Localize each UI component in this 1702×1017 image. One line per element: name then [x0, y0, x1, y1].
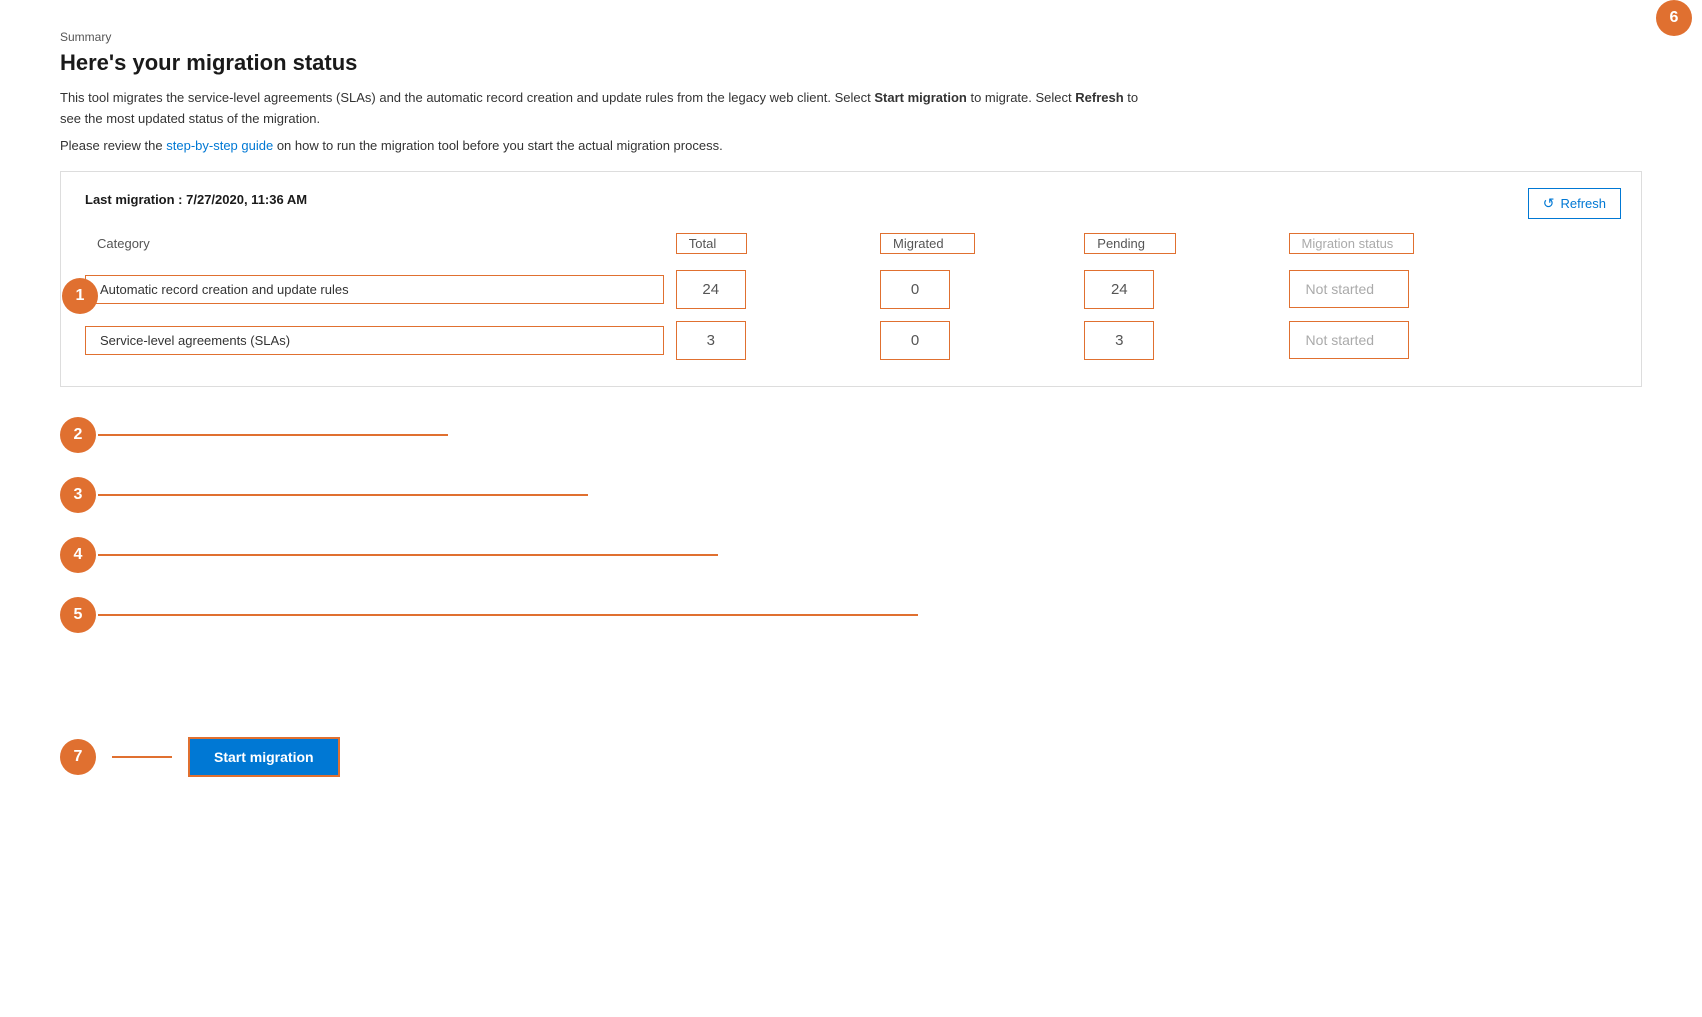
annotation-4: 4 — [60, 537, 96, 573]
page-title: Here's your migration status — [60, 50, 1642, 76]
guide-text: Please review the step-by-step guide on … — [60, 138, 1642, 153]
annotation-3-line — [98, 494, 588, 496]
category-cell-2: Service-level agreements (SLAs) — [85, 315, 664, 366]
annotation-row-3: 3 — [60, 477, 588, 513]
annotation-row-2: 2 — [60, 417, 448, 453]
col-header-migrated: Migrated — [868, 227, 1072, 264]
table-row: Automatic record creation and update rul… — [85, 264, 1617, 315]
migrated-cell-1: 0 — [868, 264, 1072, 315]
annotation-2-line — [98, 434, 448, 436]
category-item-1: Automatic record creation and update rul… — [85, 275, 664, 304]
annotation-1: 1 — [62, 278, 98, 314]
annotation-2: 2 — [60, 417, 96, 453]
summary-label: Summary — [60, 30, 1642, 44]
bottom-action-area: 7 Start migration — [60, 737, 1642, 777]
total-cell-2: 3 — [664, 315, 868, 366]
col-header-status: Migration status — [1277, 227, 1617, 264]
annotation-6: 6 — [1656, 0, 1692, 36]
total-cell-1: 24 — [664, 264, 868, 315]
refresh-icon: ↺ — [1543, 195, 1555, 212]
category-cell-1: Automatic record creation and update rul… — [85, 264, 664, 315]
description: This tool migrates the service-level agr… — [60, 88, 1160, 130]
migration-table: Category Total Migrated — [85, 227, 1617, 366]
migration-panel: ↺ Refresh Last migration : 7/27/2020, 11… — [60, 171, 1642, 387]
annotation-7: 7 — [60, 739, 96, 775]
page-wrapper: 6 Summary Here's your migration status T… — [0, 0, 1702, 807]
start-migration-button[interactable]: Start migration — [188, 737, 340, 777]
col-header-pending: Pending — [1072, 227, 1276, 264]
status-cell-1: Not started — [1277, 264, 1617, 315]
category-item-2: Service-level agreements (SLAs) — [85, 326, 664, 355]
refresh-button[interactable]: ↺ Refresh — [1528, 188, 1621, 219]
annotation-5: 5 — [60, 597, 96, 633]
annotations-area: 2 3 4 5 — [60, 417, 1642, 677]
annotation-5-line — [98, 614, 918, 616]
annotation-1-wrapper: 1 — [62, 278, 98, 314]
migration-table-container: Category Total Migrated — [85, 227, 1617, 366]
step-by-step-link[interactable]: step-by-step guide — [166, 138, 273, 153]
annotation-4-line — [98, 554, 718, 556]
last-migration-text: Last migration : 7/27/2020, 11:36 AM — [85, 192, 1617, 207]
pending-cell-1: 24 — [1072, 264, 1276, 315]
annotation-row-5: 5 — [60, 597, 918, 633]
status-cell-2: Not started — [1277, 315, 1617, 366]
col-header-total: Total — [664, 227, 868, 264]
col-header-category: Category — [85, 227, 664, 264]
pending-cell-2: 3 — [1072, 315, 1276, 366]
annotation-3: 3 — [60, 477, 96, 513]
table-row: Service-level agreements (SLAs) 3 0 — [85, 315, 1617, 366]
annotation-row-4: 4 — [60, 537, 718, 573]
annotation-7-line — [112, 756, 172, 758]
migrated-cell-2: 0 — [868, 315, 1072, 366]
